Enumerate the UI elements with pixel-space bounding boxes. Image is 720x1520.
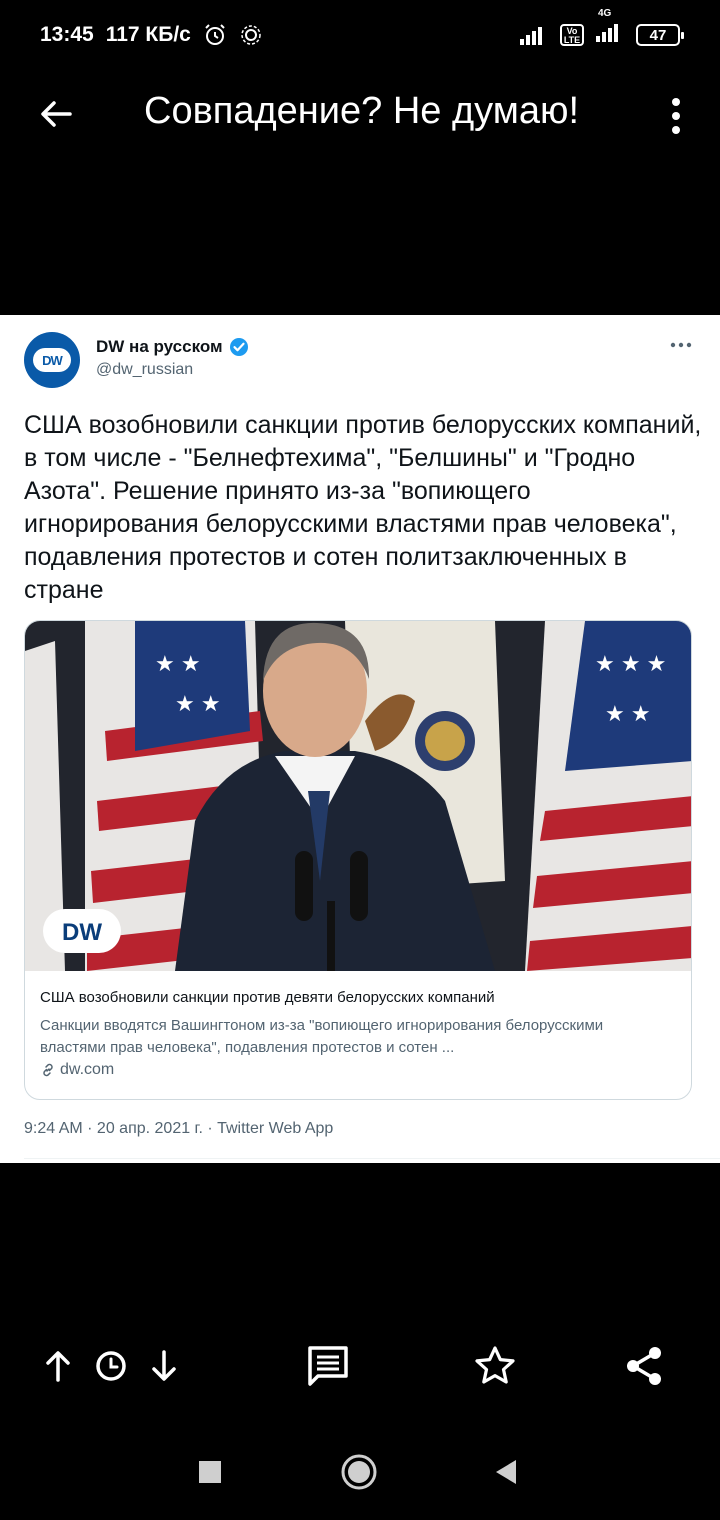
system-nav-bar [0,1430,720,1520]
arrow-down-icon[interactable] [142,1344,186,1388]
tweet-timestamp: 9:24 AM · 20 апр. 2021 г. · Twitter Web … [24,1120,334,1137]
status-bar: 13:45 117 КБ/с Vo LTE 4G 47 [0,0,720,70]
signal-icon [520,27,542,45]
star-icon[interactable] [473,1344,517,1388]
tweet-text: США возобновили санкции против белорусск… [24,411,702,604]
alarm-icon [205,24,225,45]
svg-text:★ ★ ★: ★ ★ ★ [595,651,666,676]
verified-badge-icon [229,338,248,356]
watermark-text: DW [62,919,102,946]
card-domain[interactable]: dw.com [40,1061,114,1079]
svg-text:★ ★: ★ ★ [155,651,201,676]
link-preview-card[interactable]: ★ ★ ★ ★ ★ ★ ★ ★ ★ DW США возобновили сан… [24,620,692,1100]
dw-watermark: DW [43,909,121,953]
share-icon[interactable] [622,1344,666,1388]
card-description: Санкции вводятся Вашингтоном из-за "вопи… [40,1017,604,1056]
comment-icon[interactable] [306,1344,350,1388]
sync-icon [241,25,261,45]
more-vert-icon[interactable] [662,92,690,140]
network-type: 4G [598,8,612,19]
back-icon[interactable] [486,1452,526,1492]
author-row: DW на русском [96,337,249,357]
status-time: 13:45 [40,23,94,46]
clock-icon[interactable] [89,1344,133,1388]
flag-right: ★ ★ ★ ★ ★ [525,621,691,971]
link-icon [43,1063,53,1077]
home-icon[interactable] [339,1452,379,1492]
battery-level: 47 [649,26,667,44]
card-domain-text: dw.com [60,1061,115,1078]
svg-text:★ ★: ★ ★ [605,701,651,726]
avatar-logo: DW [33,348,71,372]
card-title[interactable]: США возобновили санкции против девяти бе… [40,989,495,1006]
avatar[interactable]: DW [24,332,80,388]
status-right: Vo LTE 4G 47 [520,8,684,48]
recents-icon[interactable] [190,1452,230,1492]
article-photo: ★ ★ ★ ★ ★ ★ ★ ★ ★ DW [25,621,691,971]
app-bar: Совпадение? Не думаю! [0,70,720,160]
status-left: 13:45 117 КБ/с [40,23,263,47]
network-indicator: 4G [596,8,624,48]
arrow-up-icon[interactable] [36,1344,80,1388]
author-name[interactable]: DW на русском [96,337,223,357]
divider [24,1158,720,1159]
signal-4g-icon [596,24,618,42]
status-speed: 117 КБ/с [105,23,191,46]
more-horizontal-icon[interactable] [668,335,694,355]
bottom-toolbar [0,1330,720,1400]
battery-icon: 47 [636,24,684,46]
page-title: Совпадение? Не думаю! [144,90,580,132]
volte-icon: Vo LTE [560,24,584,46]
svg-text:★ ★: ★ ★ [175,691,221,716]
author-handle[interactable]: @dw_russian [96,361,193,379]
tweet-card: DW DW на русском @dw_russian США возобно… [0,315,720,1163]
back-arrow-icon[interactable] [34,92,78,136]
